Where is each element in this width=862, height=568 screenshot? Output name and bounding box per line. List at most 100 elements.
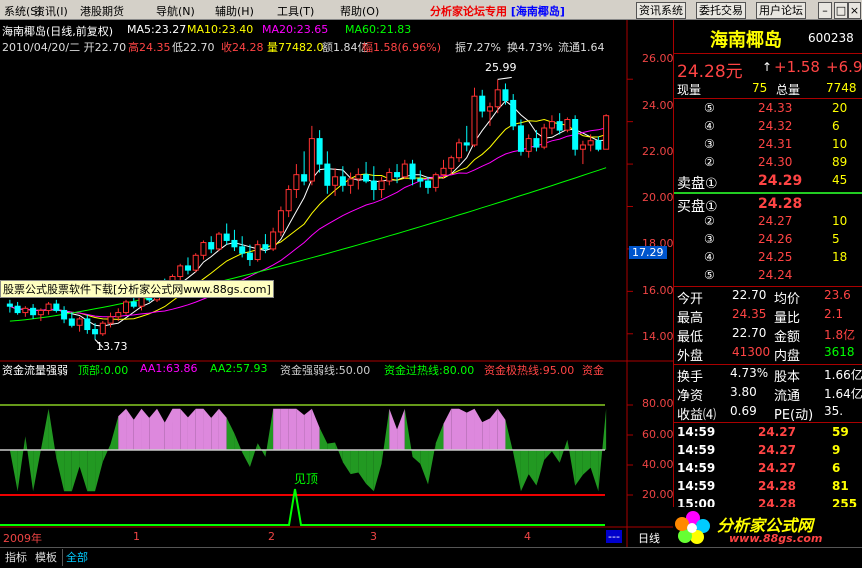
minimize-icon[interactable]: – — [818, 2, 832, 19]
bid-price: 24.25 — [758, 250, 793, 264]
candle-body — [587, 140, 594, 146]
candle-body — [386, 172, 393, 182]
candle-body — [548, 121, 555, 129]
stat-row: 今开 22.70 均价 23.6 — [674, 288, 862, 307]
stat-value: 0.69 — [730, 404, 757, 418]
ask-price: 24.29 — [758, 173, 803, 189]
candle-body — [455, 142, 463, 159]
indicator-band — [420, 450, 429, 485]
now-vol: 75 — [752, 81, 768, 95]
candle-body — [76, 318, 83, 326]
restore-icon[interactable]: □ — [834, 2, 848, 19]
indicator-aa2: AA2:57.93 — [210, 362, 268, 375]
ask-level: ③ — [704, 137, 715, 151]
info-system-button[interactable]: 资讯系统 — [636, 2, 686, 19]
indicator-band — [211, 408, 219, 450]
close-icon[interactable]: × — [848, 2, 861, 19]
now-vol-label: 现量 — [677, 83, 702, 97]
indicator-band — [25, 436, 34, 492]
ask-price: 24.30 — [758, 155, 793, 169]
menu-hk-futures[interactable]: 港股期货 — [80, 3, 124, 19]
candle-body — [533, 138, 540, 148]
forum-button[interactable]: 用户论坛 — [756, 2, 806, 19]
indicator-band — [242, 450, 250, 467]
stat-label: 内盘 — [774, 349, 801, 364]
amplitude-value: 振7.27% — [455, 41, 501, 54]
candle-body — [479, 95, 486, 112]
indicator-band — [397, 408, 405, 450]
candle-body — [262, 244, 269, 250]
menu-info[interactable]: 资讯(I) — [34, 3, 68, 19]
candle-body — [332, 176, 339, 186]
stat-label: 均价 — [774, 292, 801, 307]
trade-button[interactable]: 委托交易 — [696, 2, 746, 19]
candle-body — [378, 180, 385, 191]
tick-row: 14:59 24.27 9 — [674, 443, 862, 460]
indicator-band — [126, 408, 134, 450]
time-tick: 2009年 — [3, 532, 42, 545]
stat-row: 净资 3.80 流通 1.64亿 — [674, 385, 862, 404]
stat-row: 最高 24.35 量比 2.1 — [674, 307, 862, 326]
stock-link[interactable]: [海南椰岛] — [511, 5, 565, 18]
stat-label: PE(动) — [774, 408, 814, 423]
candle-body — [463, 142, 470, 146]
tab-all[interactable]: 全部 — [62, 549, 91, 566]
ask-volume: 45 — [832, 173, 848, 187]
scroll-dots[interactable]: --- — [606, 530, 622, 543]
stat-row: 换手 4.73% 股本 1.66亿 — [674, 366, 862, 385]
indicator-band — [149, 408, 157, 450]
candle-body — [285, 189, 292, 212]
indicator-band — [350, 450, 359, 475]
candle-body — [316, 138, 323, 165]
indicator-name[interactable]: 资金流量强弱 — [2, 362, 68, 378]
current-price-tag: 17.29 — [629, 246, 667, 259]
stat-label: 外盘 — [677, 349, 704, 364]
indicator-band — [280, 408, 289, 450]
ask-level: ② — [704, 155, 715, 169]
indicator-band — [48, 408, 57, 459]
menu-assist[interactable]: 辅助(H) — [215, 3, 254, 19]
menu-tools[interactable]: 工具(T) — [277, 3, 314, 19]
indicator-band — [17, 436, 26, 492]
indicator-band — [64, 450, 72, 492]
candle-body — [324, 163, 331, 186]
price-tick: 22.00 — [642, 145, 674, 158]
period-label[interactable]: 日线 — [638, 530, 660, 546]
candle-body — [564, 119, 571, 131]
indicator-band — [180, 408, 188, 450]
indicator-weak: 资金强弱线:50.00 — [280, 364, 371, 377]
price-tick: 24.00 — [642, 99, 674, 112]
menu-navigate[interactable]: 导航(N) — [156, 3, 195, 19]
ask-volume: 6 — [832, 119, 840, 133]
stat-value: 1.8亿 — [824, 328, 856, 342]
tick-row: 14:59 24.27 6 — [674, 461, 862, 478]
stat-value: 4.73% — [730, 366, 769, 380]
tick-volume: 9 — [832, 443, 841, 457]
price-row: 24.28元 ↑ +1.58 +6.9 — [674, 57, 862, 82]
indicator-overheat: 资金极热线:95.00 — [484, 364, 575, 377]
stat-label: 收益⑷ — [677, 408, 717, 423]
flower-logo-icon — [675, 511, 710, 544]
stat-label: 股本 — [774, 370, 801, 385]
indicator-band — [474, 408, 483, 450]
indicator-band — [195, 408, 204, 450]
tick-volume: 6 — [832, 461, 841, 475]
bid-row: ③ 24.26 5 — [674, 232, 862, 249]
candle-body — [215, 233, 222, 250]
bid-volume: 18 — [832, 250, 848, 264]
tab-template[interactable]: 模板 — [32, 549, 60, 566]
indicator-band — [319, 427, 328, 450]
indicator-band — [327, 442, 336, 450]
indicator-band — [520, 450, 529, 492]
stat-label: 金额 — [774, 330, 801, 345]
bid-row: ② 24.27 10 — [674, 214, 862, 231]
indicator-band — [335, 442, 343, 463]
menu-help[interactable]: 帮助(O) — [340, 3, 379, 19]
indicator-band — [164, 408, 173, 450]
stat-label: 量比 — [774, 311, 801, 326]
stat-value: 24.35 — [732, 307, 767, 321]
candle-body — [394, 172, 401, 178]
time-tick: 2 — [268, 530, 275, 543]
change-amount: +1.58 — [774, 58, 820, 76]
tab-indicator[interactable]: 指标 — [2, 549, 30, 566]
